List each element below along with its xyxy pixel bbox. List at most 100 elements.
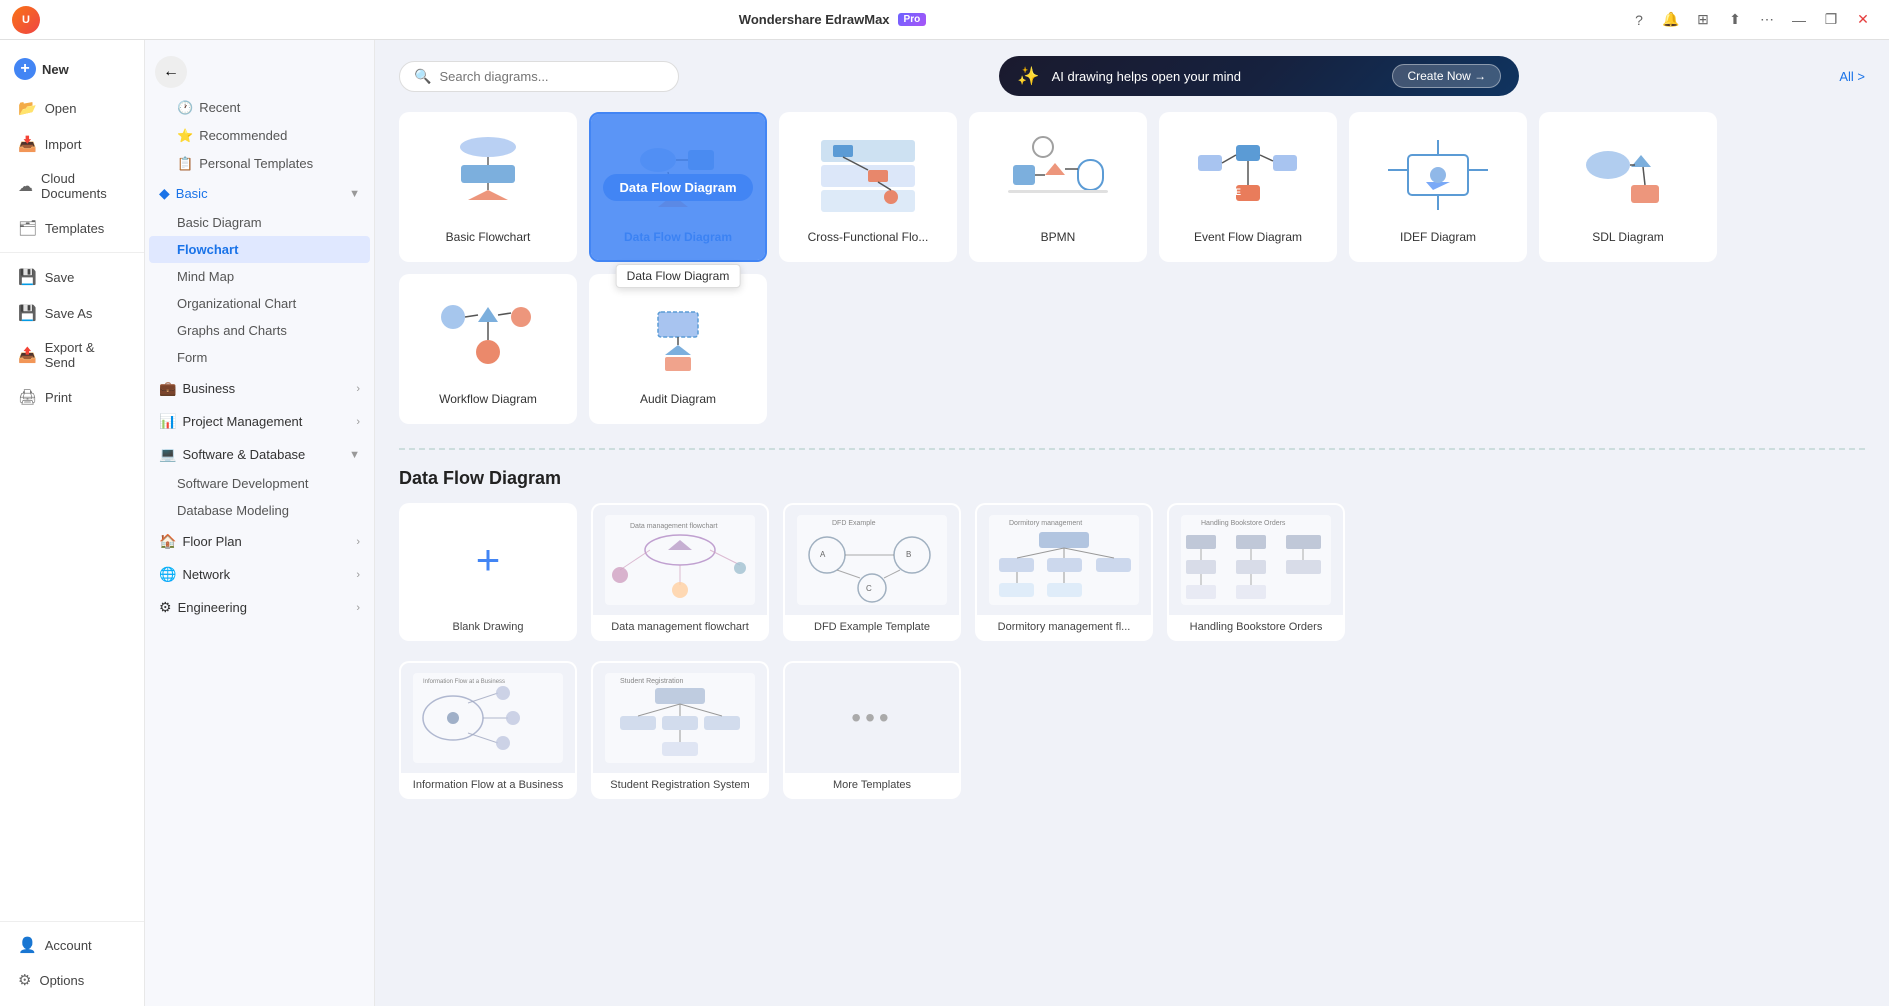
nav-section-software: 💻Software & Database ▼ Software Developm… [145, 439, 374, 524]
nav-section-software-items: Software Development Database Modeling [145, 470, 374, 524]
nav-section-network-header[interactable]: 🌐Network › [145, 559, 374, 590]
nav-section-network: 🌐Network › [145, 559, 374, 590]
titlebar-left: U [12, 6, 40, 34]
template-card-dfd[interactable]: DFD Example A B C DFD Example Template [783, 503, 961, 641]
diagram-card-data-flow[interactable]: AI Data Flow Diagram Data Flow Diagram D… [589, 112, 767, 262]
all-link[interactable]: All > [1839, 69, 1865, 84]
open-label: Open [45, 101, 77, 116]
create-new-button[interactable]: Data Flow Diagram [603, 174, 752, 201]
import-icon: 📥 [18, 135, 37, 153]
apps-button[interactable]: ⊞ [1689, 6, 1717, 34]
close-button[interactable]: ✕ [1849, 6, 1877, 34]
share-button[interactable]: ⬆ [1721, 6, 1749, 34]
print-icon: 🖨 [18, 388, 37, 406]
template-card-label-info-flow: Information Flow at a Business [401, 773, 575, 797]
nav-section-basic: ◆Basic ▼ Basic Diagram Flowchart Mind Ma… [145, 178, 374, 371]
diagram-card-basic-flowchart[interactable]: Basic Flowchart [399, 112, 577, 262]
nav-section-engineering-header[interactable]: ⚙Engineering › [145, 592, 374, 623]
nav-item-recent[interactable]: 🕐Recent [149, 94, 370, 122]
sidebar-item-save[interactable]: 💾 Save [4, 260, 140, 294]
back-button[interactable]: ← [155, 56, 187, 88]
save-label: Save [45, 270, 75, 285]
template-grid: + Blank Drawing Data management flowchar… [399, 503, 1865, 641]
nav-item-mind-map[interactable]: Mind Map [149, 263, 370, 290]
nav-section-software-header[interactable]: 💻Software & Database ▼ [145, 439, 374, 470]
account-label: Account [45, 938, 92, 953]
search-input[interactable] [439, 69, 664, 84]
nav-section-basic-header[interactable]: ◆Basic ▼ [145, 178, 374, 209]
nav-item-graphs[interactable]: Graphs and Charts [149, 317, 370, 344]
sidebar-item-account[interactable]: 👤 Account [4, 928, 140, 962]
template-card-info-flow[interactable]: Information Flow at a Business Informati… [399, 661, 577, 799]
nav-section-floorplan-header[interactable]: 🏠Floor Plan › [145, 526, 374, 557]
more-button[interactable]: ⋯ [1753, 6, 1781, 34]
sidebar-item-options[interactable]: ⚙ Options [4, 963, 140, 997]
open-icon: 📂 [18, 99, 37, 117]
nav-section-floorplan: 🏠Floor Plan › [145, 526, 374, 557]
template-card-bookstore[interactable]: Handling Bookstore Orders [1167, 503, 1345, 641]
chevron-right-icon-floorplan: › [356, 536, 360, 548]
new-plus-icon: + [14, 58, 36, 80]
search-bar[interactable]: 🔍 [399, 61, 679, 92]
diagram-card-audit[interactable]: Audit Diagram [589, 274, 767, 424]
template-card-student[interactable]: Student Registration Student Registratio… [591, 661, 769, 799]
diagram-card-workflow[interactable]: Workflow Diagram [399, 274, 577, 424]
sidebar-item-export[interactable]: 📤 Export & Send [4, 332, 140, 378]
minimize-button[interactable]: — [1785, 6, 1813, 34]
sidebar-item-templates[interactable]: 🗂 Templates [4, 211, 140, 245]
nav-item-software-dev[interactable]: Software Development [149, 470, 370, 497]
notification-button[interactable]: 🔔 [1657, 6, 1685, 34]
nav-item-org-chart[interactable]: Organizational Chart [149, 290, 370, 317]
diagram-card-event-flow[interactable]: E Event Flow Diagram [1159, 112, 1337, 262]
maximize-button[interactable]: ❐ [1817, 6, 1845, 34]
svg-text:Student Registration: Student Registration [620, 678, 684, 685]
nav-item-flowchart[interactable]: Flowchart [149, 236, 370, 263]
nav-item-personal-templates[interactable]: 📋Personal Templates [149, 150, 370, 178]
avatar[interactable]: U [12, 6, 40, 34]
nav-section-business-header[interactable]: 💼Business › [145, 373, 374, 404]
sidebar-item-import[interactable]: 📥 Import [4, 127, 140, 161]
template-card-dormitory[interactable]: Dormitory management Dormitor [975, 503, 1153, 641]
diagram-card-cross-functional[interactable]: Cross-Functional Flo... [779, 112, 957, 262]
template-card-img-info-flow: Information Flow at a Business [401, 663, 575, 773]
template-card-blank[interactable]: + Blank Drawing [399, 503, 577, 641]
template-card-img-student: Student Registration [593, 663, 767, 773]
diagram-card-sdl[interactable]: SDL Diagram [1539, 112, 1717, 262]
titlebar-right: ? 🔔 ⊞ ⬆ ⋯ — ❐ ✕ [1625, 6, 1877, 34]
create-new-overlay[interactable]: Data Flow Diagram [591, 114, 765, 260]
titlebar: U Wondershare EdrawMax Pro ? 🔔 ⊞ ⬆ ⋯ — ❐… [0, 0, 1889, 40]
nav-item-database-modeling[interactable]: Database Modeling [149, 497, 370, 524]
template-card-more[interactable]: ••• More Templates [783, 661, 961, 799]
diagram-card-idef[interactable]: IDEF Diagram [1349, 112, 1527, 262]
plus-icon: + [476, 536, 501, 584]
sidebar-item-print[interactable]: 🖨 Print [4, 380, 140, 414]
template-card-label-more: More Templates [785, 773, 959, 797]
svg-text:Data management flowchart: Data management flowchart [630, 523, 718, 530]
nav-item-recommended[interactable]: ⭐Recommended [149, 122, 370, 150]
sidebar-bottom: 👤 Account ⚙ Options [0, 915, 144, 998]
help-button[interactable]: ? [1625, 6, 1653, 34]
titlebar-center: Wondershare EdrawMax Pro [739, 12, 926, 27]
ai-icon: ✨ [1017, 66, 1039, 87]
nav-section-basic-items: Basic Diagram Flowchart Mind Map Organiz… [145, 209, 374, 371]
diagram-card-bpmn[interactable]: BPMN [969, 112, 1147, 262]
ai-banner: ✨ AI drawing helps open your mind Create… [999, 56, 1519, 96]
diagram-card-label-idef: IDEF Diagram [1400, 230, 1476, 244]
chevron-right-icon-network: › [356, 569, 360, 581]
template-card-img-more: ••• [785, 663, 959, 773]
nav-section-project-header[interactable]: 📊Project Management › [145, 406, 374, 437]
diagram-card-img-audit [613, 292, 743, 382]
main-layout: + New 📂 Open 📥 Import ☁ Cloud Documents … [0, 40, 1889, 1006]
nav-item-basic-diagram[interactable]: Basic Diagram [149, 209, 370, 236]
sidebar-item-new[interactable]: + New [4, 50, 140, 88]
template-card-data-mgmt[interactable]: Data management flowchart Data managemen… [591, 503, 769, 641]
nav-item-form[interactable]: Form [149, 344, 370, 371]
template-card-label-student: Student Registration System [593, 773, 767, 797]
sidebar-item-open[interactable]: 📂 Open [4, 91, 140, 125]
template-card-label-bookstore: Handling Bookstore Orders [1169, 615, 1343, 639]
ai-create-button[interactable]: Create Now → [1392, 64, 1501, 88]
sidebar-item-cloud[interactable]: ☁ Cloud Documents [4, 163, 140, 209]
nav-section-business: 💼Business › [145, 373, 374, 404]
left-sidebar: + New 📂 Open 📥 Import ☁ Cloud Documents … [0, 40, 145, 1006]
sidebar-item-saveas[interactable]: 💾 Save As [4, 296, 140, 330]
